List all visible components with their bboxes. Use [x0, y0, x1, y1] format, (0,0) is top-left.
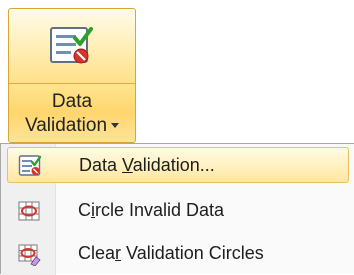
clear-validation-circles-icon: [18, 244, 41, 266]
menu-item-circle-invalid-data[interactable]: Circle Invalid Data: [7, 193, 349, 229]
circle-invalid-data-icon: [18, 201, 40, 221]
data-validation-icon: [50, 27, 93, 64]
menu-item-label: Clear Validation Circles: [78, 242, 264, 264]
label-part: Clea: [78, 243, 116, 263]
label-part: rcle Invalid Data: [95, 200, 225, 220]
menu-item-data-validation[interactable]: Data Validation...: [7, 147, 349, 183]
ribbon-label-line1: Data: [51, 91, 93, 112]
data-validation-dropdown-trigger[interactable]: Data Validation: [9, 84, 135, 142]
data-validation-menu: Data Validation... Circle Invalid Data C…: [0, 143, 354, 275]
data-validation-icon: [18, 155, 42, 176]
data-validation-button-top[interactable]: [9, 9, 135, 84]
menu-item-label: Data Validation...: [79, 154, 215, 176]
data-validation-ribbon-button[interactable]: Data Validation: [8, 8, 136, 143]
ribbon-label-line2-text: Validation: [24, 115, 108, 136]
ribbon-label-line2: Validation: [9, 114, 135, 138]
label-part: Data: [79, 155, 123, 175]
access-key: V: [122, 155, 133, 175]
menu-item-clear-validation-circles[interactable]: Clear Validation Circles: [7, 236, 349, 272]
chevron-down-icon: [111, 123, 120, 129]
label-part: Validation Circles: [121, 243, 264, 263]
label-part: alidation...: [132, 155, 215, 175]
label-part: C: [78, 200, 91, 220]
menu-item-label: Circle Invalid Data: [78, 199, 224, 221]
